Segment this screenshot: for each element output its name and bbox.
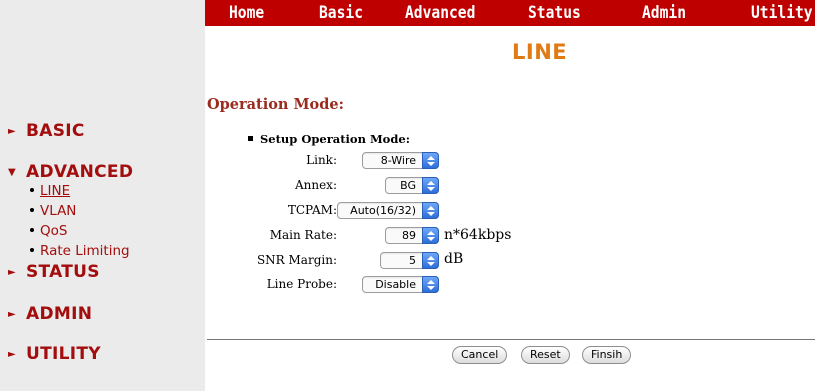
- cancel-button[interactable]: Cancel: [452, 346, 508, 364]
- nav-basic[interactable]: Basic: [319, 3, 363, 23]
- sidebar-item-line[interactable]: LINE: [30, 183, 70, 199]
- snr-margin-select-value: 5: [409, 254, 416, 267]
- snr-margin-unit: dB: [444, 251, 464, 267]
- tcpam-label: TCPAM:: [287, 203, 337, 217]
- sidebar-item-label: Rate Limiting: [40, 243, 130, 259]
- main-rate-select-value: 89: [402, 229, 416, 242]
- annex-select-value: BG: [400, 179, 416, 192]
- bullet-icon: [30, 188, 34, 192]
- select-arrows-icon: [422, 276, 439, 293]
- nav-status[interactable]: Status: [528, 3, 581, 23]
- select-arrows-icon: [422, 252, 439, 269]
- sidebar-item-label: LINE: [40, 183, 71, 199]
- divider: [207, 339, 815, 340]
- main-rate-label: Main Rate:: [269, 228, 337, 242]
- link-label: Link:: [306, 153, 337, 167]
- sidebar-advanced-label: ADVANCED: [26, 162, 134, 182]
- nav-admin[interactable]: Admin: [642, 3, 686, 23]
- setup-subtitle: Setup Operation Mode:: [248, 132, 410, 146]
- square-bullet-icon: [248, 136, 253, 141]
- bullet-icon: [30, 248, 34, 252]
- select-arrows-icon: [422, 177, 439, 194]
- sidebar-item-vlan[interactable]: VLAN: [30, 203, 76, 219]
- nav-advanced[interactable]: Advanced: [405, 3, 475, 23]
- reset-button[interactable]: Reset: [521, 346, 570, 364]
- top-nav: Home Basic Advanced Status Admin Utility: [205, 0, 815, 26]
- line-probe-select-value: Disable: [375, 278, 416, 291]
- sidebar-item-label: VLAN: [40, 203, 77, 219]
- bullet-icon: [30, 208, 34, 212]
- snr-margin-label: SNR Margin:: [256, 253, 337, 267]
- sidebar-item-label: QoS: [40, 223, 68, 239]
- annex-label: Annex:: [294, 178, 337, 192]
- expanded-arrow-icon: ▼: [8, 167, 16, 178]
- collapsed-arrow-icon: ►: [8, 309, 16, 320]
- finish-button[interactable]: Finsih: [582, 346, 632, 364]
- link-select[interactable]: 8-Wire: [362, 152, 439, 169]
- main-rate-select[interactable]: 89: [385, 227, 439, 244]
- select-arrows-icon: [422, 227, 439, 244]
- setup-subtitle-label: Setup Operation Mode:: [260, 132, 410, 146]
- page-title: LINE: [512, 40, 568, 64]
- sidebar-admin[interactable]: ► ADMIN: [8, 304, 92, 325]
- sidebar-basic[interactable]: ► BASIC: [8, 121, 85, 142]
- select-arrows-icon: [422, 202, 439, 219]
- sidebar-advanced[interactable]: ▼ ADVANCED: [8, 162, 133, 183]
- sidebar-item-rate-limiting[interactable]: Rate Limiting: [30, 243, 130, 259]
- sidebar: ► BASIC ▼ ADVANCED LINE VLAN QoS Rate Limi…: [0, 0, 205, 391]
- select-arrows-icon: [422, 152, 439, 169]
- bullet-icon: [30, 228, 34, 232]
- sidebar-item-qos[interactable]: QoS: [30, 223, 67, 239]
- section-title: Operation Mode:: [207, 96, 344, 113]
- line-probe-label: Line Probe:: [266, 277, 337, 291]
- main-rate-unit: n*64kbps: [444, 227, 512, 243]
- sidebar-utility-label: UTILITY: [26, 344, 101, 364]
- link-select-value: 8-Wire: [380, 154, 416, 167]
- nav-home[interactable]: Home: [229, 3, 264, 23]
- sidebar-status-label: STATUS: [26, 262, 100, 282]
- sidebar-basic-label: BASIC: [26, 121, 85, 141]
- annex-select[interactable]: BG: [385, 177, 439, 194]
- collapsed-arrow-icon: ►: [8, 349, 16, 360]
- tcpam-select-value: Auto(16/32): [350, 204, 416, 217]
- sidebar-admin-label: ADMIN: [26, 304, 93, 324]
- nav-utility[interactable]: Utility: [751, 3, 813, 23]
- tcpam-select[interactable]: Auto(16/32): [337, 202, 439, 219]
- snr-margin-select[interactable]: 5: [380, 252, 439, 269]
- sidebar-utility[interactable]: ► UTILITY: [8, 344, 101, 365]
- collapsed-arrow-icon: ►: [8, 267, 16, 278]
- sidebar-status[interactable]: ► STATUS: [8, 262, 100, 283]
- collapsed-arrow-icon: ►: [8, 126, 16, 137]
- line-probe-select[interactable]: Disable: [362, 276, 439, 293]
